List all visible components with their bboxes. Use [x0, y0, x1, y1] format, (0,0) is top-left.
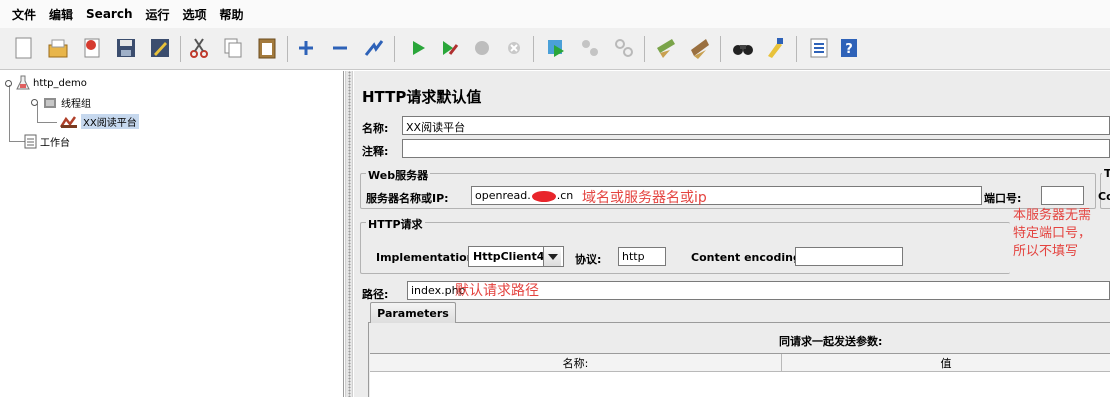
server-value-prefix: openread.: [475, 189, 531, 202]
protocol-label: 协议:: [575, 253, 602, 266]
menu-help[interactable]: 帮助: [220, 6, 244, 23]
menu-edit[interactable]: 编辑: [49, 6, 73, 23]
flask-icon: [16, 75, 30, 90]
tree-toggle-icon[interactable]: [30, 98, 39, 107]
implementation-select[interactable]: HttpClient4: [468, 246, 564, 267]
tab-bar: Parameters: [368, 302, 1110, 324]
tree-node-label: 工作台: [40, 137, 70, 149]
name-label: 名称:: [362, 122, 389, 135]
tree-toggle-icon[interactable]: [4, 79, 13, 88]
encoding-field[interactable]: [795, 247, 903, 266]
tree-node-thread-group[interactable]: 线程组: [30, 95, 91, 110]
test-plan-tree: http_demo 线程组 XX阅读平台 工作台: [0, 71, 344, 397]
path-label: 路径:: [362, 288, 389, 301]
panel-splitter[interactable]: [345, 71, 353, 397]
svg-text:?: ?: [845, 42, 853, 57]
expand-icon[interactable]: [293, 35, 319, 61]
port-label: 端口号:: [984, 192, 1022, 205]
function-helper-icon[interactable]: [806, 35, 832, 61]
shutdown-icon[interactable]: [501, 35, 527, 61]
parameters-table: 名称: 值: [370, 353, 1110, 397]
annotation-path: 默认请求路径: [455, 283, 539, 299]
timeout-group-title: Ti: [1102, 167, 1110, 180]
toolbar-separator: [533, 36, 534, 62]
comment-label: 注释:: [362, 145, 389, 158]
search-icon[interactable]: [730, 35, 756, 61]
collapse-icon[interactable]: [327, 35, 353, 61]
save-icon[interactable]: [113, 35, 139, 61]
tree-node-label: 线程组: [61, 99, 91, 110]
clipboard-icon: [24, 134, 37, 149]
templates-icon[interactable]: [45, 35, 71, 61]
annotation-port: 本服务器无需 特定端口号， 所以不填写: [1013, 207, 1091, 261]
tab-parameters[interactable]: Parameters: [370, 302, 456, 324]
menu-bar: 文件 编辑 Search 运行 选项 帮助: [0, 0, 1110, 28]
column-header-value[interactable]: 值: [782, 354, 1110, 372]
server-label: 服务器名称或IP:: [366, 192, 449, 205]
name-field[interactable]: XX阅读平台: [402, 116, 1110, 135]
menu-file[interactable]: 文件: [12, 6, 36, 23]
wrench-icon: [60, 115, 77, 128]
save-as-icon[interactable]: [147, 35, 173, 61]
server-field[interactable]: openread. .cn: [471, 186, 982, 205]
start-icon[interactable]: [405, 35, 431, 61]
redaction-blot: [531, 190, 556, 202]
tree-line: [9, 141, 25, 142]
tree-line: [37, 122, 57, 123]
stop-icon[interactable]: [469, 35, 495, 61]
toolbar-separator: [394, 36, 395, 62]
paste-icon[interactable]: [254, 35, 280, 61]
menu-search[interactable]: Search: [86, 7, 132, 21]
tree-node-label-selected: XX阅读平台: [81, 114, 139, 129]
connect-timeout-label: Co: [1098, 190, 1110, 203]
help-icon[interactable]: ?: [836, 35, 862, 61]
spool-icon: [44, 97, 56, 108]
open-icon[interactable]: [79, 35, 105, 61]
toolbar-separator: [644, 36, 645, 62]
remote-start-icon[interactable]: [543, 35, 569, 61]
http-request-group-title: HTTP请求: [366, 216, 425, 232]
annotation-server: 域名或服务器名或ip: [582, 190, 707, 206]
tree-node-test-plan[interactable]: http_demo: [4, 75, 87, 91]
http-request-group: [360, 222, 1010, 274]
remote-shutdown-icon[interactable]: [611, 35, 637, 61]
page-title: HTTP请求默认值: [362, 88, 482, 106]
column-header-name[interactable]: 名称:: [370, 354, 782, 372]
copy-icon[interactable]: [220, 35, 246, 61]
server-value-suffix: .cn: [556, 189, 574, 202]
annotation-port-line: 所以不填写: [1013, 244, 1079, 259]
reset-search-icon[interactable]: [763, 35, 789, 61]
remote-stop-icon[interactable]: [577, 35, 603, 61]
toolbar-separator: [720, 36, 721, 62]
tree-node-label: http_demo: [33, 77, 87, 89]
params-caption: 同请求一起发送参数:: [779, 335, 883, 348]
config-panel: HTTP请求默认值 名称: XX阅读平台 注释: Web服务器 Ti 服务器名称…: [354, 71, 1110, 397]
menu-options[interactable]: 选项: [183, 6, 207, 23]
new-icon[interactable]: [11, 35, 37, 61]
toggle-icon[interactable]: [361, 35, 387, 61]
annotation-port-line: 特定端口号，: [1013, 226, 1092, 241]
tree-node-http-defaults[interactable]: XX阅读平台: [60, 114, 139, 129]
port-field[interactable]: [1041, 186, 1084, 205]
toolbar-separator: [796, 36, 797, 62]
clear-all-icon[interactable]: [687, 35, 713, 61]
comment-field[interactable]: [402, 139, 1110, 158]
toolbar: ?: [0, 28, 1110, 70]
implementation-value: HttpClient4: [473, 250, 545, 263]
cut-icon[interactable]: [186, 35, 212, 61]
protocol-field[interactable]: http: [618, 247, 666, 266]
menu-run[interactable]: 运行: [145, 6, 169, 23]
web-server-group-title: Web服务器: [366, 167, 431, 183]
encoding-label: Content encoding:: [691, 251, 806, 264]
toolbar-separator: [180, 36, 181, 62]
tree-node-workbench[interactable]: 工作台: [24, 133, 70, 149]
start-no-pauses-icon[interactable]: [437, 35, 463, 61]
tree-line: [9, 85, 10, 141]
chevron-down-icon[interactable]: [543, 247, 561, 266]
toolbar-separator: [287, 36, 288, 62]
implementation-label: Implementation:: [376, 251, 479, 264]
annotation-port-line: 本服务器无需: [1013, 208, 1092, 223]
clear-icon[interactable]: [653, 35, 679, 61]
